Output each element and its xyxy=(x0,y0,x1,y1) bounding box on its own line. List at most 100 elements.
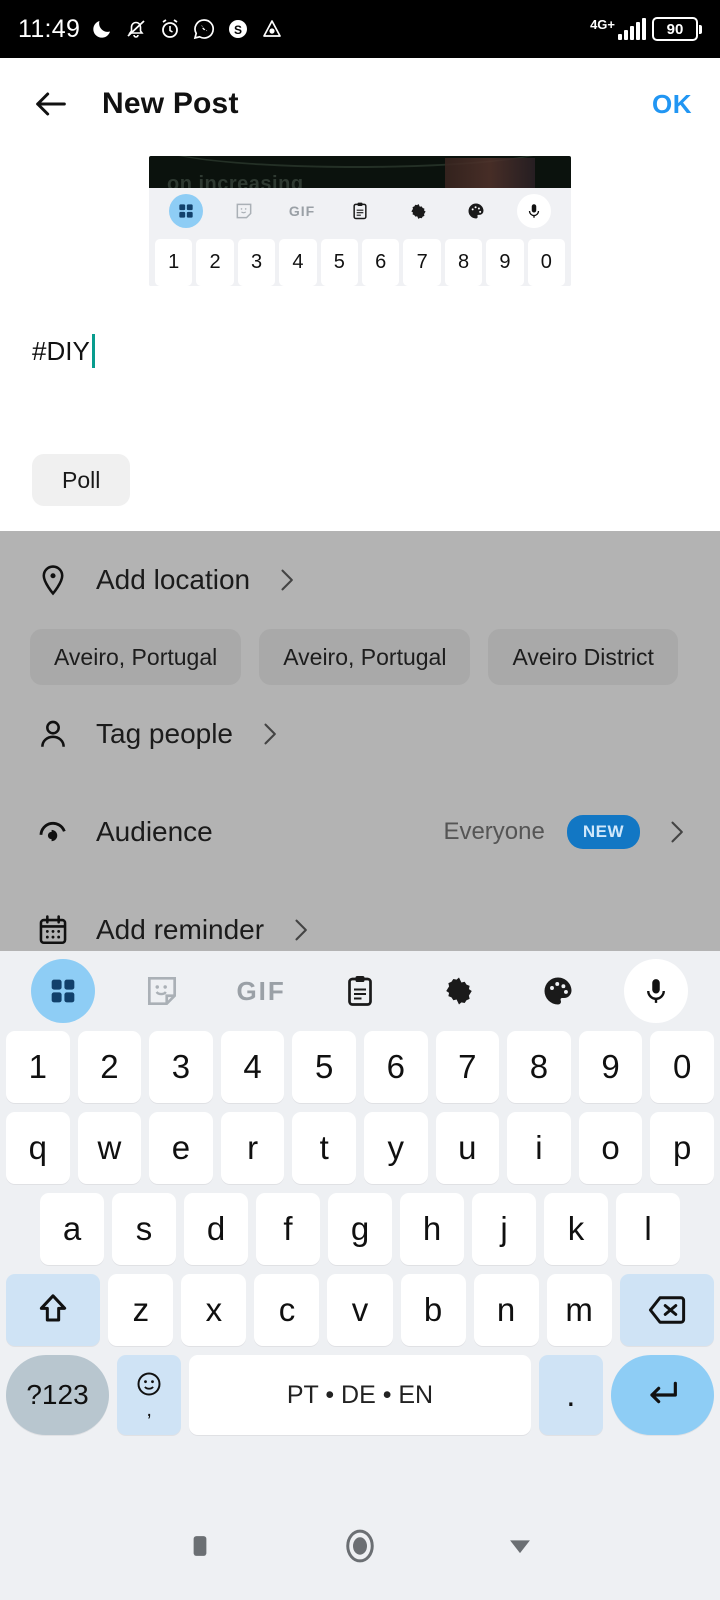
location-pin-icon xyxy=(30,563,76,597)
audience-label: Audience xyxy=(96,816,213,847)
mini-key: 7 xyxy=(403,239,441,286)
key-w[interactable]: w xyxy=(77,1112,142,1184)
key-b[interactable]: b xyxy=(400,1274,466,1346)
mini-keyboard-toolbar: GIF xyxy=(149,188,571,234)
mini-key: 6 xyxy=(362,239,400,286)
key-l[interactable]: l xyxy=(616,1193,680,1265)
key-9[interactable]: 9 xyxy=(578,1031,643,1103)
person-icon xyxy=(30,717,76,751)
key-f[interactable]: f xyxy=(256,1193,320,1265)
signal-bars-icon xyxy=(618,18,646,40)
key-m[interactable]: m xyxy=(546,1274,612,1346)
key-3[interactable]: 3 xyxy=(149,1031,213,1103)
audience-row[interactable]: Audience Everyone NEW xyxy=(0,783,720,881)
status-bar: 11:49 S 4G+ 90 xyxy=(0,0,720,58)
tag-people-label: Tag people xyxy=(96,718,234,749)
calendar-icon xyxy=(30,913,76,947)
tag-people-row[interactable]: Tag people xyxy=(0,685,720,783)
media-thumbnail[interactable]: on increasing GIF 1 2 3 4 5 6 7 8 9 0 xyxy=(149,156,571,286)
sticker-icon[interactable] xyxy=(130,959,194,1023)
location-chip[interactable]: Aveiro, Portugal xyxy=(259,629,471,685)
key-h[interactable]: h xyxy=(400,1193,464,1265)
key-8[interactable]: 8 xyxy=(507,1031,571,1103)
keyboard-row-space: ?123 , PT • DE • EN . xyxy=(0,1355,720,1435)
palette-icon[interactable] xyxy=(526,959,590,1023)
gif-icon[interactable]: GIF xyxy=(229,959,293,1023)
key-o[interactable]: o xyxy=(578,1112,643,1184)
key-q[interactable]: q xyxy=(6,1112,70,1184)
symbols-key[interactable]: ?123 xyxy=(6,1355,110,1435)
key-6[interactable]: 6 xyxy=(363,1031,428,1103)
location-chip[interactable]: Aveiro District xyxy=(488,629,678,685)
keyboard-row-home: a s d f g h j k l xyxy=(0,1193,720,1265)
keyboard-toolbar: GIF xyxy=(0,951,720,1031)
mic-icon xyxy=(517,194,551,228)
post-text-value: #DIY xyxy=(32,335,90,366)
status-bar-right: 4G+ 90 xyxy=(590,17,702,41)
key-n[interactable]: n xyxy=(473,1274,539,1346)
key-2[interactable]: 2 xyxy=(77,1031,142,1103)
add-reminder-label: Add reminder xyxy=(96,914,265,945)
mini-key: 8 xyxy=(444,239,483,286)
shift-key[interactable] xyxy=(6,1274,101,1346)
ok-button[interactable]: OK xyxy=(652,89,692,120)
media-dark-strip: on increasing xyxy=(149,156,571,188)
clipboard-icon[interactable] xyxy=(328,959,392,1023)
key-d[interactable]: d xyxy=(184,1193,248,1265)
gear-icon[interactable] xyxy=(427,959,491,1023)
media-blob-decoration xyxy=(445,158,535,188)
key-0[interactable]: 0 xyxy=(650,1031,714,1103)
post-text-input[interactable]: #DIY xyxy=(0,286,720,376)
audience-value: Everyone xyxy=(443,818,545,845)
location-chip[interactable]: Aveiro, Portugal xyxy=(30,629,242,685)
key-x[interactable]: x xyxy=(181,1274,247,1346)
mini-key: 0 xyxy=(527,239,566,286)
grid-icon[interactable] xyxy=(31,959,96,1023)
key-1[interactable]: 1 xyxy=(6,1031,70,1103)
space-key[interactable]: PT • DE • EN xyxy=(189,1355,531,1435)
attached-media[interactable]: on increasing GIF 1 2 3 4 5 6 7 8 9 0 xyxy=(0,150,720,286)
key-v[interactable]: v xyxy=(327,1274,393,1346)
alarm-clock-icon xyxy=(158,17,182,41)
key-u[interactable]: u xyxy=(435,1112,500,1184)
clipboard-icon xyxy=(343,194,377,228)
period-key[interactable]: . xyxy=(538,1355,603,1435)
key-z[interactable]: z xyxy=(108,1274,174,1346)
sticker-icon xyxy=(227,194,261,228)
recents-button[interactable] xyxy=(168,1514,232,1578)
key-k[interactable]: k xyxy=(544,1193,608,1265)
palette-icon xyxy=(459,194,493,228)
mic-icon[interactable] xyxy=(624,959,689,1023)
grid-icon xyxy=(169,194,203,228)
key-a[interactable]: a xyxy=(40,1193,104,1265)
key-i[interactable]: i xyxy=(507,1112,571,1184)
key-4[interactable]: 4 xyxy=(220,1031,285,1103)
backspace-key[interactable] xyxy=(619,1274,714,1346)
mini-key: 2 xyxy=(196,239,234,286)
dismiss-keyboard-button[interactable] xyxy=(488,1514,552,1578)
key-y[interactable]: y xyxy=(363,1112,428,1184)
key-c[interactable]: c xyxy=(254,1274,320,1346)
key-j[interactable]: j xyxy=(472,1193,536,1265)
key-7[interactable]: 7 xyxy=(435,1031,500,1103)
skype-icon: S xyxy=(226,17,250,41)
keyboard-row-bottom: z x c v b n m xyxy=(0,1274,720,1346)
gif-icon: GIF xyxy=(288,203,316,219)
key-t[interactable]: t xyxy=(292,1112,356,1184)
emoji-key[interactable]: , xyxy=(117,1355,182,1435)
key-r[interactable]: r xyxy=(220,1112,285,1184)
key-p[interactable]: p xyxy=(650,1112,714,1184)
enter-key[interactable] xyxy=(610,1355,714,1435)
add-location-row[interactable]: Add location xyxy=(0,531,720,629)
battery-indicator: 90 xyxy=(652,17,702,41)
keyboard-row-top: q w e r t y u i o p xyxy=(0,1112,720,1184)
home-button[interactable] xyxy=(328,1514,392,1578)
back-arrow-icon[interactable] xyxy=(28,81,74,127)
key-e[interactable]: e xyxy=(149,1112,213,1184)
battery-level-label: 90 xyxy=(652,17,698,41)
key-5[interactable]: 5 xyxy=(292,1031,356,1103)
poll-button[interactable]: Poll xyxy=(32,454,131,506)
mini-key: 4 xyxy=(279,239,317,286)
key-g[interactable]: g xyxy=(328,1193,392,1265)
key-s[interactable]: s xyxy=(112,1193,176,1265)
